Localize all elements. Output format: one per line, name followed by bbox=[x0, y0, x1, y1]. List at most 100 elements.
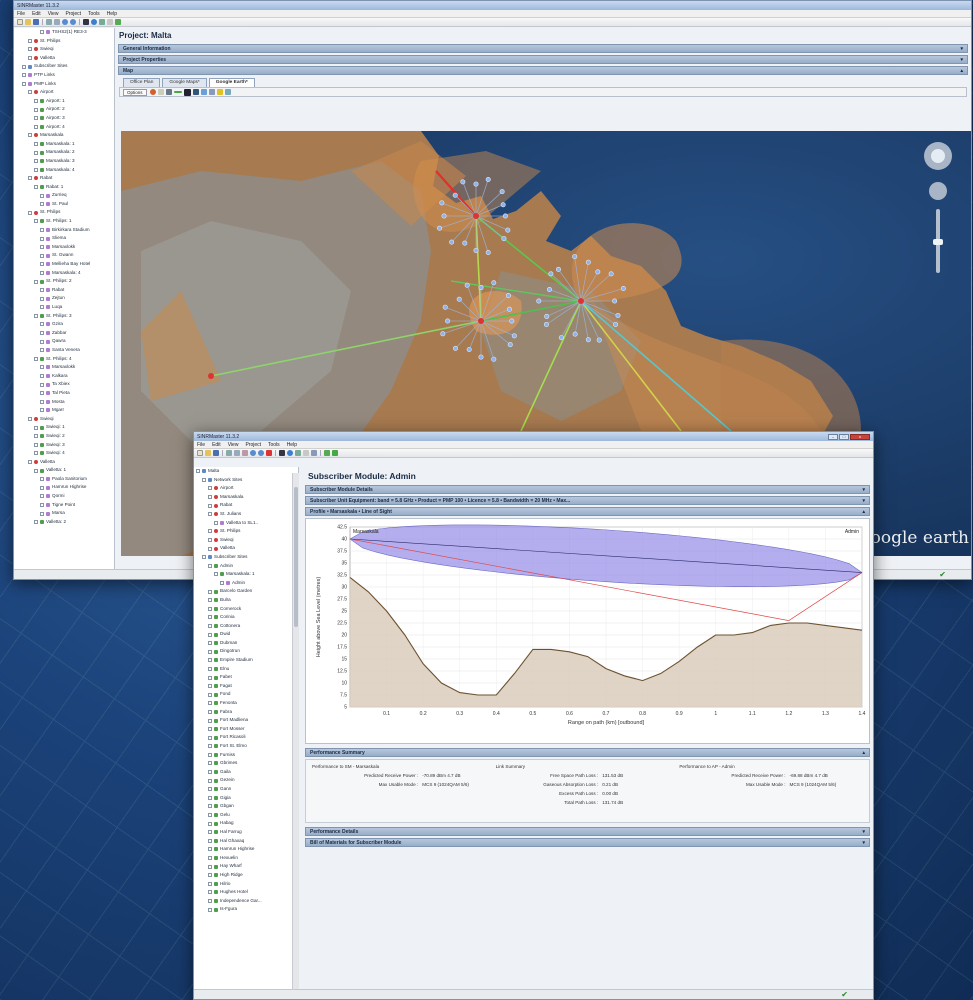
delete-icon[interactable] bbox=[183, 88, 191, 96]
expand-toggle-icon[interactable] bbox=[34, 219, 38, 224]
expand-toggle-icon[interactable] bbox=[208, 778, 212, 783]
expand-toggle-icon[interactable] bbox=[40, 511, 44, 516]
expand-toggle-icon[interactable] bbox=[208, 881, 212, 886]
layers-icon[interactable] bbox=[208, 89, 215, 95]
expand-toggle-icon[interactable] bbox=[40, 494, 44, 499]
tree-item[interactable]: Fond bbox=[194, 690, 298, 699]
expand-toggle-icon[interactable] bbox=[40, 296, 44, 301]
export-icon[interactable] bbox=[115, 19, 121, 25]
expand-toggle-icon[interactable] bbox=[34, 356, 38, 361]
tree-item[interactable]: Gezein bbox=[194, 776, 298, 785]
tree-item[interactable]: Marsaxlokk bbox=[14, 363, 114, 372]
expand-toggle-icon[interactable] bbox=[34, 425, 38, 430]
expand-toggle-icon[interactable] bbox=[40, 374, 44, 379]
tree-item[interactable]: Corinia bbox=[194, 613, 298, 622]
expand-toggle-icon[interactable] bbox=[28, 133, 32, 138]
tree-item[interactable]: Hal Ghaxaq bbox=[194, 837, 298, 846]
expand-toggle-icon[interactable] bbox=[208, 761, 212, 766]
tree-item[interactable]: Rabat bbox=[14, 174, 114, 183]
tree-item[interactable]: Gbrimes bbox=[194, 759, 298, 768]
earth-icon[interactable] bbox=[149, 89, 156, 95]
expand-toggle-icon[interactable] bbox=[208, 615, 212, 620]
tree-item[interactable]: Airport bbox=[194, 484, 298, 493]
expand-toggle-icon[interactable] bbox=[40, 30, 44, 35]
expand-toggle-icon[interactable] bbox=[22, 64, 26, 69]
tree-item[interactable]: Swieqi: 4 bbox=[14, 449, 114, 458]
tree-item[interactable]: PTP Links bbox=[14, 71, 114, 80]
tree-item[interactable]: Airport: 4 bbox=[14, 123, 114, 132]
expand-toggle-icon[interactable] bbox=[40, 253, 44, 258]
tree-item[interactable]: Cottonera bbox=[194, 622, 298, 631]
minimize-button[interactable]: – bbox=[828, 433, 838, 440]
tree-item[interactable]: Gbgan bbox=[194, 802, 298, 811]
expand-toggle-icon[interactable] bbox=[208, 701, 212, 706]
expand-toggle-icon[interactable] bbox=[208, 675, 212, 680]
tree-item[interactable]: Rabat bbox=[14, 286, 114, 295]
expand-toggle-icon[interactable] bbox=[208, 830, 212, 835]
tree-item[interactable]: Airport: 1 bbox=[14, 97, 114, 106]
tree-item[interactable]: Marsaskala bbox=[14, 131, 114, 140]
cut-icon[interactable] bbox=[226, 450, 232, 456]
scroll-thumb[interactable] bbox=[294, 487, 298, 627]
expand-toggle-icon[interactable] bbox=[40, 227, 44, 232]
tree-item[interactable]: TSHS2(1) RE3-3 bbox=[14, 28, 114, 37]
tree-item[interactable]: Marsa bbox=[14, 509, 114, 518]
chart-icon[interactable] bbox=[332, 450, 338, 456]
menu-file[interactable]: File bbox=[197, 442, 205, 448]
tree-item[interactable]: Mgarr bbox=[14, 406, 114, 415]
expand-toggle-icon[interactable] bbox=[34, 150, 38, 155]
tree-item[interactable]: Fabra bbox=[194, 708, 298, 717]
pointer-icon[interactable] bbox=[279, 450, 285, 456]
expand-toggle-icon[interactable] bbox=[34, 279, 38, 284]
tree-item[interactable]: Hamrun Highrise bbox=[14, 483, 114, 492]
tree-item[interactable]: Rabat: 1 bbox=[14, 183, 114, 192]
expand-toggle-icon[interactable] bbox=[40, 399, 44, 404]
tree-item[interactable]: Valletta bbox=[194, 544, 298, 553]
expand-toggle-icon[interactable] bbox=[208, 503, 212, 508]
undo-icon[interactable] bbox=[250, 450, 256, 456]
tree-item[interactable]: Hilrio bbox=[194, 880, 298, 889]
tab-google-maps[interactable]: Google Maps* bbox=[162, 78, 207, 87]
expand-toggle-icon[interactable] bbox=[208, 847, 212, 852]
tree-item[interactable]: Qormi bbox=[14, 492, 114, 501]
menu-tools[interactable]: Tools bbox=[88, 11, 100, 17]
expand-toggle-icon[interactable] bbox=[40, 502, 44, 507]
expand-toggle-icon[interactable] bbox=[40, 485, 44, 490]
tree-item[interactable]: Valletta: 2 bbox=[14, 518, 114, 527]
section-subscriber-equipment[interactable]: Subscriber Unit Equipment: band = 5.8 GH… bbox=[305, 496, 870, 505]
expand-toggle-icon[interactable] bbox=[28, 176, 32, 181]
expand-toggle-icon[interactable] bbox=[208, 752, 212, 757]
tree-item[interactable]: Valletta: 1 bbox=[14, 466, 114, 475]
expand-toggle-icon[interactable] bbox=[34, 313, 38, 318]
antenna-icon[interactable] bbox=[192, 89, 199, 95]
tab-google-earth[interactable]: Google Earth* bbox=[208, 78, 255, 87]
tree-item[interactable]: PMP Links bbox=[14, 80, 114, 89]
tree-item[interactable]: Hamrun Highrise bbox=[194, 845, 298, 854]
copy-icon[interactable] bbox=[234, 450, 240, 456]
expand-toggle-icon[interactable] bbox=[208, 692, 212, 697]
expand-toggle-icon[interactable] bbox=[34, 99, 38, 104]
globe-icon[interactable] bbox=[91, 19, 97, 25]
expand-toggle-icon[interactable] bbox=[34, 184, 38, 189]
tree-item[interactable]: Sliema bbox=[14, 234, 114, 243]
expand-toggle-icon[interactable] bbox=[208, 589, 212, 594]
pointer-icon[interactable] bbox=[83, 19, 89, 25]
expand-toggle-icon[interactable] bbox=[208, 838, 212, 843]
expand-toggle-icon[interactable] bbox=[34, 124, 38, 129]
tree-item[interactable]: Marsaskala bbox=[194, 493, 298, 502]
open-icon[interactable] bbox=[205, 450, 211, 456]
tree-item[interactable]: Fort Madliena bbox=[194, 716, 298, 725]
tree-item[interactable]: Marsaskala: 3 bbox=[14, 157, 114, 166]
expand-toggle-icon[interactable] bbox=[28, 459, 32, 464]
tree-item[interactable]: Valletta bbox=[14, 458, 114, 467]
link-icon[interactable] bbox=[311, 450, 317, 456]
tree-item[interactable]: Zurrieq bbox=[14, 191, 114, 200]
tree-item[interactable]: Swieqi bbox=[14, 415, 114, 424]
expand-toggle-icon[interactable] bbox=[208, 606, 212, 611]
expand-toggle-icon[interactable] bbox=[34, 167, 38, 172]
menu-help[interactable]: Help bbox=[287, 442, 297, 448]
tree-item[interactable]: St. Philips: 1 bbox=[14, 217, 114, 226]
expand-toggle-icon[interactable] bbox=[22, 81, 26, 86]
new-icon[interactable] bbox=[17, 19, 23, 25]
tree-item[interactable]: Habag bbox=[194, 819, 298, 828]
